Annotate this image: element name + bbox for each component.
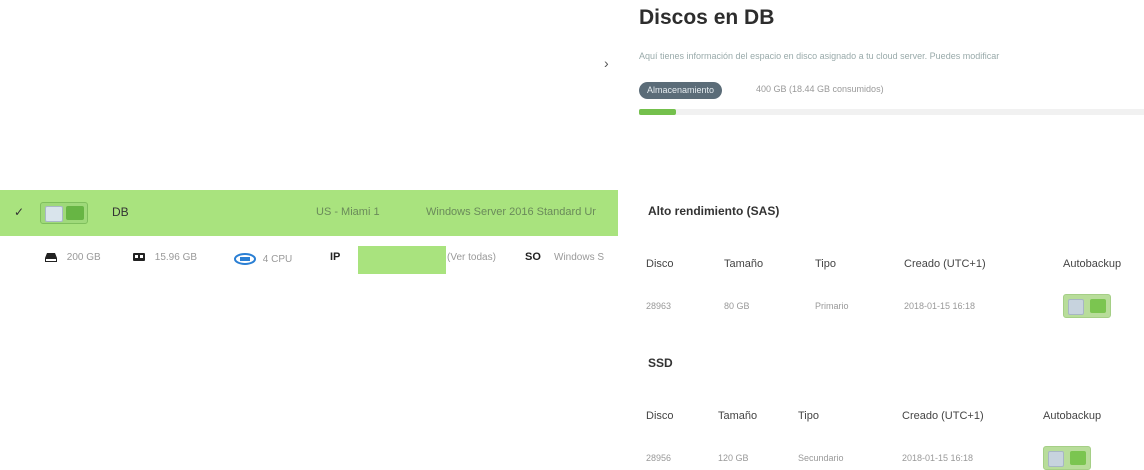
cpu-value: 4 CPU — [262, 253, 293, 265]
ram-value: 15.96 GB — [154, 252, 198, 264]
col-header-tamano: Tamaño — [718, 410, 758, 422]
panel-description: Aquí tienes información del espacio en d… — [639, 51, 1000, 61]
autobackup-toggle[interactable] — [1063, 294, 1111, 318]
view-all-ips-link[interactable]: (Ver todas) — [447, 252, 496, 263]
cell-creado: 2018-01-15 16:18 — [902, 453, 974, 463]
col-header-creado: Creado (UTC+1) — [904, 258, 986, 270]
cell-tamano: 80 GB — [724, 301, 750, 311]
storage-info: 400 GB (18.44 GB consumidos) — [756, 84, 884, 94]
cell-disco: 28963 — [646, 301, 672, 311]
col-header-autobackup: Autobackup — [1063, 258, 1122, 270]
memory-icon — [133, 253, 145, 261]
cell-tamano: 120 GB — [718, 453, 749, 463]
col-header-tipo: Tipo — [798, 410, 819, 422]
server-location: US - Miami 1 — [316, 206, 380, 218]
server-name[interactable]: DB — [112, 205, 129, 219]
server-os: Windows Server 2016 Standard Ur — [426, 206, 596, 218]
toggle-on-part — [1070, 451, 1086, 465]
col-header-disco: Disco — [646, 410, 674, 422]
server-row[interactable]: ✓ DB US - Miami 1 Windows Server 2016 St… — [0, 190, 618, 236]
disk-spec: 200 GB — [44, 252, 101, 263]
toggle-knob — [1068, 299, 1084, 315]
toggle-knob — [45, 206, 63, 222]
server-specs: 200 GB 15.96 GB 4 CPU IP (Ver todas) SO … — [0, 246, 618, 276]
toggle-on-part — [1090, 299, 1106, 313]
storage-progress-fill — [639, 109, 676, 115]
cell-tipo: Secundario — [798, 453, 844, 463]
panel-title: Discos en DB — [639, 6, 775, 29]
cpu-chip-icon — [234, 253, 256, 265]
section-title-sas: Alto rendimiento (SAS) — [648, 204, 780, 218]
storage-progress-bar — [639, 109, 1144, 115]
col-header-disco: Disco — [646, 258, 674, 270]
server-toggle[interactable] — [40, 202, 88, 224]
toggle-on-part — [66, 206, 84, 220]
cpu-spec: 4 CPU — [234, 252, 292, 266]
col-header-autobackup: Autobackup — [1043, 410, 1102, 422]
cell-disco: 28956 — [646, 453, 672, 463]
autobackup-toggle[interactable] — [1043, 446, 1091, 470]
so-value: Windows S — [554, 252, 605, 263]
section-title-ssd: SSD — [648, 356, 673, 370]
hard-drive-icon — [45, 253, 57, 262]
chevron-right-icon[interactable]: › — [604, 55, 609, 71]
cell-tipo: Primario — [815, 301, 849, 311]
col-header-tamano: Tamaño — [724, 258, 764, 270]
ram-spec: 15.96 GB — [132, 252, 197, 263]
col-header-creado: Creado (UTC+1) — [902, 410, 984, 422]
ip-label: IP — [330, 251, 341, 263]
so-label: SO — [525, 251, 541, 263]
ip-address-redacted — [358, 246, 446, 274]
toggle-knob — [1048, 451, 1064, 467]
storage-badge: Almacenamiento — [639, 82, 723, 99]
cell-creado: 2018-01-15 16:18 — [904, 301, 976, 311]
col-header-tipo: Tipo — [815, 258, 836, 270]
check-icon: ✓ — [14, 205, 25, 219]
disk-value: 200 GB — [66, 252, 101, 264]
